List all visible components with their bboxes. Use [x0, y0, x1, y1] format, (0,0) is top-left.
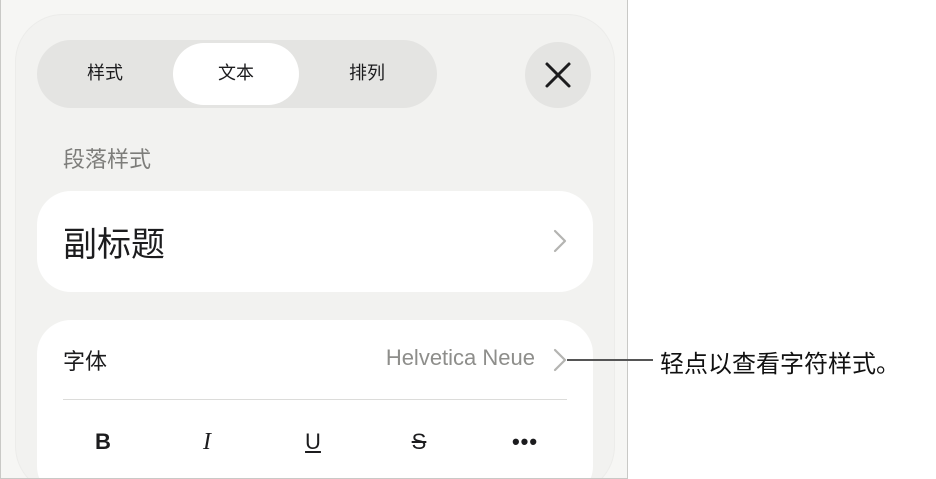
chevron-right-icon[interactable]: [553, 348, 567, 372]
format-panel: 样式 文本 排列 段落样式 副标题 字体 Helvetica Neue B I …: [0, 0, 628, 479]
italic-button[interactable]: I: [177, 420, 237, 464]
tab-segmented-control: 样式 文本 排列: [37, 40, 437, 108]
callout-line: [567, 359, 653, 361]
paragraph-style-label: 段落样式: [63, 148, 152, 173]
paragraph-style-value: 副标题: [63, 225, 165, 265]
bold-button[interactable]: B: [73, 420, 133, 464]
font-label: 字体: [63, 350, 108, 375]
tab-arrange[interactable]: 排列: [299, 40, 435, 108]
close-icon: [545, 62, 571, 88]
font-value[interactable]: Helvetica Neue: [386, 345, 535, 371]
underline-button[interactable]: U: [283, 420, 343, 464]
tab-text[interactable]: 文本: [173, 43, 299, 105]
chevron-right-icon: [553, 229, 567, 253]
callout-text: 轻点以查看字符样式。: [660, 350, 900, 378]
font-card: 字体 Helvetica Neue B I U S •••: [37, 320, 593, 478]
more-options-button[interactable]: •••: [495, 420, 555, 464]
paragraph-style-row[interactable]: 副标题: [37, 191, 593, 292]
strikethrough-button[interactable]: S: [389, 420, 449, 464]
tab-style[interactable]: 样式: [37, 40, 173, 108]
divider: [63, 399, 567, 400]
close-button[interactable]: [525, 42, 591, 108]
